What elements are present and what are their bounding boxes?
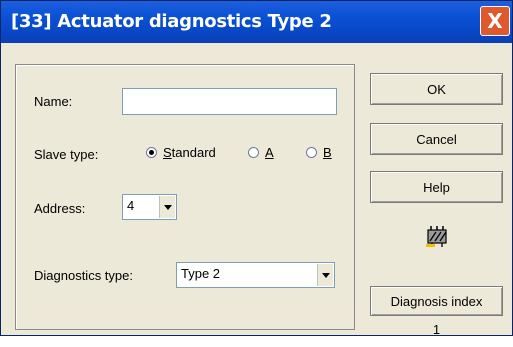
radio-standard-indicator[interactable] — [146, 147, 157, 158]
help-button[interactable]: Help — [370, 171, 503, 203]
close-icon: X — [487, 9, 503, 33]
cancel-button[interactable]: Cancel — [370, 123, 503, 155]
radio-a[interactable]: A — [248, 145, 274, 160]
diagnostics-type-label: Diagnostics type: — [34, 268, 133, 283]
radio-a-indicator[interactable] — [248, 147, 259, 158]
title-bar[interactable]: [33] Actuator diagnostics Type 2 X — [1, 1, 512, 43]
address-dropdown[interactable]: 4 — [122, 194, 177, 220]
name-input[interactable] — [122, 88, 337, 115]
slave-type-label: Slave type: — [34, 147, 99, 162]
radio-standard-label: Standard — [163, 145, 216, 160]
close-button[interactable]: X — [480, 6, 510, 36]
diagnostics-type-dropdown[interactable]: Type 2 — [176, 262, 335, 288]
chevron-down-icon[interactable] — [159, 196, 175, 218]
diagnosis-index-button[interactable]: Diagnosis index — [370, 286, 503, 316]
window-title: [33] Actuator diagnostics Type 2 — [11, 11, 332, 32]
ok-button[interactable]: OK — [370, 73, 503, 105]
dialog-window: [33] Actuator diagnostics Type 2 X Name:… — [0, 0, 513, 336]
radio-a-label: A — [265, 145, 274, 160]
radio-b-label: B — [323, 145, 332, 160]
address-label: Address: — [34, 201, 86, 216]
radio-b[interactable]: B — [306, 145, 332, 160]
diagnostics-component-icon — [426, 226, 447, 247]
diagnostics-type-value: Type 2 — [181, 266, 221, 281]
radio-b-indicator[interactable] — [306, 147, 317, 158]
diagnosis-index-value: 1 — [432, 322, 441, 336]
name-label: Name: — [34, 94, 73, 109]
address-value: 4 — [127, 198, 135, 213]
chevron-down-icon[interactable] — [317, 264, 333, 286]
radio-standard[interactable]: Standard — [146, 145, 216, 160]
